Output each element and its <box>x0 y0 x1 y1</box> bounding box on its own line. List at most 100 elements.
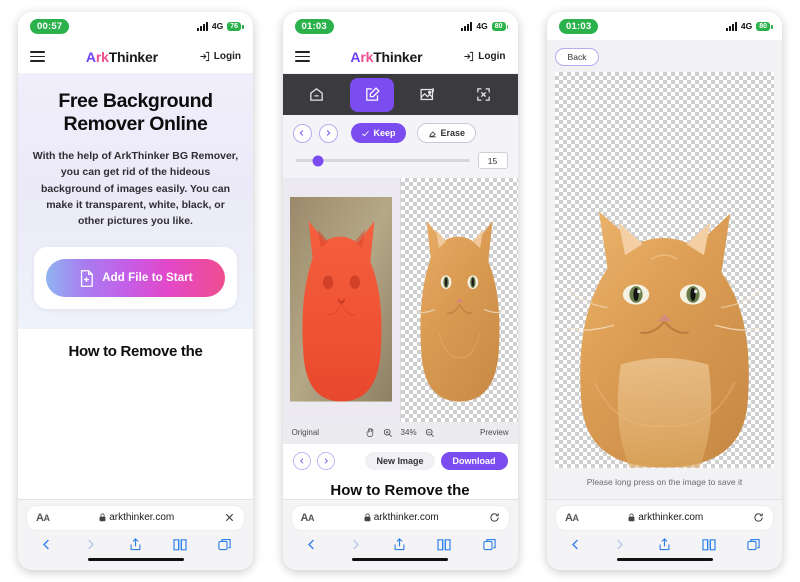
page-body: Back Please long press on the image to s… <box>547 40 782 499</box>
download-button[interactable]: Download <box>440 452 508 470</box>
book-icon[interactable] <box>701 536 717 553</box>
brush-size-slider[interactable] <box>295 155 470 166</box>
status-bar: 01:03 4G 80 <box>282 12 518 40</box>
page-body: Keep Erase 15 Original 34% Preview New I… <box>282 74 518 499</box>
status-bar: 00:57 4G 76 <box>18 12 253 40</box>
text-size-button[interactable]: AA <box>36 512 50 524</box>
next-button[interactable] <box>316 452 335 470</box>
phone-2-editor: 01:03 4G 80 ArkThinker Login Keep Erase … <box>282 12 518 570</box>
share-icon[interactable] <box>657 536 672 553</box>
reload-icon[interactable] <box>489 512 500 523</box>
chevron-back-icon[interactable] <box>304 536 319 553</box>
zoom-in-icon[interactable] <box>383 428 393 438</box>
undo-icon <box>299 130 304 136</box>
edit-pencil-icon <box>365 87 380 101</box>
signal-bars-icon <box>725 21 737 31</box>
edit-tab[interactable] <box>350 77 395 112</box>
brand-logo[interactable]: ArkThinker <box>350 49 422 65</box>
result-screen: Back Please long press on the image to s… <box>547 40 782 499</box>
book-icon[interactable] <box>172 536 188 553</box>
status-clock: 00:57 <box>30 18 70 34</box>
file-plus-icon <box>81 269 94 287</box>
text-size-button[interactable]: AA <box>301 512 315 524</box>
status-clock: 01:03 <box>294 18 334 34</box>
safari-bottom-bar: AA arkthinker.com <box>547 498 782 570</box>
reload-icon[interactable] <box>753 512 764 523</box>
home-tab[interactable] <box>294 78 338 112</box>
hand-icon[interactable] <box>365 427 375 438</box>
share-icon[interactable] <box>128 536 143 553</box>
new-image-button[interactable]: New Image <box>365 452 435 470</box>
prev-button[interactable] <box>292 452 311 470</box>
site-header: ArkThinker Login <box>18 40 253 74</box>
close-icon[interactable] <box>224 512 235 523</box>
zoom-out-icon[interactable] <box>425 428 435 438</box>
zoom-controls: 34% <box>365 427 435 438</box>
tabs-icon[interactable] <box>217 536 232 553</box>
chevron-back-icon[interactable] <box>39 536 54 553</box>
original-image <box>289 197 393 403</box>
login-arrow-icon <box>464 51 474 62</box>
redo-button[interactable] <box>318 123 338 143</box>
original-pane[interactable] <box>283 178 400 422</box>
original-label[interactable]: Original <box>292 428 320 437</box>
zoom-level: 34% <box>400 428 417 437</box>
url-host: arkthinker.com <box>373 512 439 523</box>
network-type-label: 4G <box>476 21 488 31</box>
brush-mode-row: Keep Erase <box>292 123 508 143</box>
login-label: Login <box>213 51 241 62</box>
resize-arrows-icon <box>477 88 490 101</box>
address-bar[interactable]: AA arkthinker.com <box>556 505 773 530</box>
brand-prefix: A <box>85 48 96 65</box>
preview-label[interactable]: Preview <box>480 428 508 437</box>
editor-tab-bar <box>283 74 518 115</box>
signal-bars-icon <box>196 21 208 31</box>
result-pane[interactable] <box>399 178 518 422</box>
erase-brush-button[interactable]: Erase <box>416 123 477 143</box>
site-header: ArkThinker Login <box>282 40 518 74</box>
result-image-canvas[interactable] <box>555 72 774 468</box>
address-bar[interactable]: AA arkthinker.com <box>27 505 244 530</box>
login-arrow-icon <box>200 51 209 62</box>
brand-suffix: Thinker <box>373 48 423 65</box>
home-indicator <box>616 557 713 561</box>
tabs-icon[interactable] <box>482 536 497 553</box>
resize-tab[interactable] <box>462 78 506 112</box>
image-icon <box>420 88 435 101</box>
hero-section: Free Background Remover Online With the … <box>18 74 253 330</box>
signal-bars-icon <box>461 21 473 31</box>
brush-size-value[interactable]: 15 <box>477 152 508 169</box>
chevron-back-icon[interactable] <box>568 536 583 553</box>
brand-logo[interactable]: ArkThinker <box>86 49 158 65</box>
text-size-button[interactable]: AA <box>565 512 579 524</box>
status-indicators: 4G 76 <box>196 21 244 31</box>
background-tab[interactable] <box>406 78 450 112</box>
how-to-section: How to Remove the <box>18 329 253 369</box>
address-bar[interactable]: AA arkthinker.com <box>291 505 509 530</box>
book-icon[interactable] <box>436 536 452 553</box>
keep-brush-button[interactable]: Keep <box>350 123 406 143</box>
how-to-section: How to Remove the <box>282 478 518 499</box>
keep-label: Keep <box>373 128 396 138</box>
slider-thumb[interactable] <box>312 155 324 166</box>
back-button[interactable]: Back <box>555 48 599 66</box>
brand-prefix: A <box>350 48 361 65</box>
login-button[interactable]: Login <box>463 51 506 62</box>
add-file-button[interactable]: Add File to Start <box>46 259 225 298</box>
tabs-icon[interactable] <box>746 536 761 553</box>
editor-panel: Keep Erase 15 Original 34% Preview New I… <box>282 74 518 499</box>
hamburger-menu-icon[interactable] <box>30 51 45 62</box>
undo-button[interactable] <box>292 123 312 143</box>
home-indicator <box>352 557 448 561</box>
safari-bottom-bar: AA arkthinker.com <box>282 498 518 570</box>
brush-controls: Keep Erase 15 <box>282 115 518 178</box>
safari-toolbar <box>27 530 244 555</box>
hamburger-menu-icon[interactable] <box>294 51 310 62</box>
check-icon <box>361 130 369 136</box>
how-to-heading: How to Remove the <box>330 481 470 499</box>
editor-canvas-area[interactable] <box>282 178 518 422</box>
share-icon[interactable] <box>392 536 407 553</box>
login-button[interactable]: Login <box>199 51 241 62</box>
safari-bottom-bar: AA arkthinker.com <box>18 498 253 570</box>
upload-card: Add File to Start <box>34 247 237 310</box>
